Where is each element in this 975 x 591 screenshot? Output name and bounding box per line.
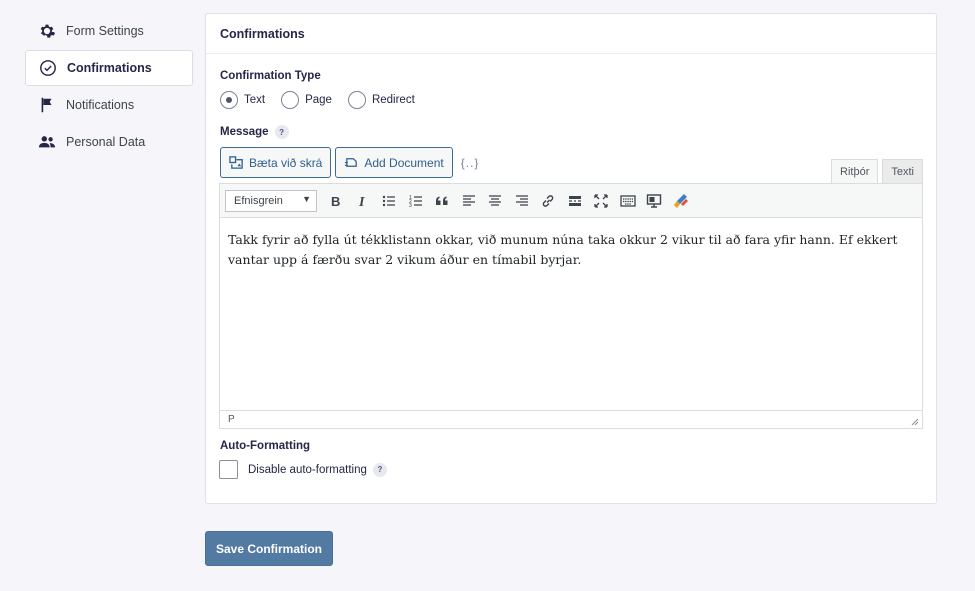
users-icon: [38, 133, 56, 151]
caret-down-icon: ▼: [302, 193, 311, 204]
tab-text[interactable]: Texti: [882, 159, 923, 183]
radio-page[interactable]: Page: [281, 91, 332, 109]
save-confirmation-button[interactable]: Save Confirmation: [205, 531, 333, 566]
fullscreen-button[interactable]: [588, 188, 615, 214]
message-editor: Efnisgrein ▼ B I 123 Takk fyrir að fylla…: [219, 183, 923, 429]
align-center-icon: [489, 194, 502, 206]
bullet-list-button[interactable]: [376, 188, 403, 214]
media-icon: [229, 156, 243, 169]
numbered-list-icon: 123: [409, 195, 422, 209]
italic-button[interactable]: I: [350, 188, 377, 214]
sidebar-item-label: Form Settings: [66, 24, 144, 38]
auto-formatting-label: Auto-Formatting: [220, 440, 310, 452]
link-icon: [543, 194, 554, 207]
brush-icon: [673, 193, 688, 208]
editor-content[interactable]: Takk fyrir að fylla út tékklistann okkar…: [220, 218, 922, 410]
gear-icon: [38, 22, 56, 40]
flag-icon: [38, 96, 56, 114]
svg-text:B: B: [331, 194, 340, 209]
editor-mode-tabs: Ritþór Texti: [827, 159, 923, 184]
format-select-value: Efnisgrein: [234, 194, 283, 207]
quote-icon: [436, 196, 448, 205]
read-more-icon: [568, 195, 581, 206]
radio-circle-checked[interactable]: [220, 91, 238, 109]
insert-link-button[interactable]: [535, 188, 562, 214]
resize-grip-icon[interactable]: [911, 418, 919, 426]
sidebar-item-confirmations[interactable]: Confirmations: [25, 50, 193, 86]
addon-button[interactable]: [668, 188, 695, 214]
sidebar-item-label: Personal Data: [66, 135, 146, 149]
radio-label: Redirect: [371, 94, 415, 106]
svg-text:I: I: [358, 195, 365, 209]
help-icon[interactable]: ?: [274, 125, 289, 139]
media-buttons: Bæta við skrá Add Document {..}: [220, 147, 479, 178]
checkbox-label: Disable auto-formatting: [248, 463, 367, 476]
align-right-icon: [515, 194, 528, 206]
editor-statusbar: P: [220, 410, 922, 428]
radio-label: Text: [244, 94, 266, 106]
numbered-list-button[interactable]: 123: [403, 188, 430, 214]
align-right-button[interactable]: [509, 188, 536, 214]
confirmation-type-radios: Text Page Redirect: [220, 91, 431, 109]
editor-toolbar: Efnisgrein ▼ B I 123: [220, 184, 922, 218]
confirmation-type-label-text: Confirmation Type: [220, 70, 321, 82]
message-label-text: Message: [220, 126, 269, 138]
italic-icon: I: [358, 195, 365, 209]
add-document-button[interactable]: Add Document: [335, 147, 453, 178]
sidebar-item-label: Confirmations: [67, 61, 152, 75]
align-center-button[interactable]: [482, 188, 509, 214]
disable-auto-formatting-row: Disable auto-formatting ?: [219, 460, 387, 479]
preview-button[interactable]: [641, 188, 668, 214]
blockquote-button[interactable]: [429, 188, 456, 214]
confirmations-panel: Confirmations Confirmation Type Text Pag…: [205, 13, 937, 504]
bold-icon: B: [331, 194, 340, 209]
add-media-button[interactable]: Bæta við skrá: [220, 147, 332, 178]
add-media-label: Bæta við skrá: [249, 155, 323, 170]
help-icon[interactable]: ?: [372, 462, 387, 477]
radio-text[interactable]: Text: [220, 91, 265, 109]
tab-visual[interactable]: Ritþór: [831, 159, 879, 184]
toolbar-toggle-button[interactable]: [615, 188, 642, 214]
element-path[interactable]: P: [228, 414, 235, 425]
radio-redirect[interactable]: Redirect: [347, 91, 415, 109]
document-icon: [345, 158, 358, 167]
bold-button[interactable]: B: [323, 188, 350, 214]
keyboard-icon: [620, 194, 636, 207]
add-document-label: Add Document: [364, 155, 444, 170]
panel-title: Confirmations: [206, 14, 936, 54]
sidebar-item-label: Notifications: [66, 98, 135, 112]
fullscreen-icon: [594, 193, 608, 208]
svg-text:3: 3: [409, 203, 412, 209]
read-more-button[interactable]: [562, 188, 589, 214]
check-circle-icon: [39, 59, 57, 77]
disable-auto-formatting-checkbox[interactable]: [219, 460, 238, 479]
message-label: Message ?: [220, 125, 289, 139]
align-left-icon: [462, 194, 475, 206]
confirmation-type-label: Confirmation Type: [220, 70, 321, 82]
sidebar-item-form-settings[interactable]: Form Settings: [25, 13, 193, 49]
sidebar-item-personal-data[interactable]: Personal Data: [25, 124, 193, 160]
format-select[interactable]: Efnisgrein ▼: [225, 189, 317, 212]
radio-circle[interactable]: [281, 91, 300, 109]
radio-circle[interactable]: [347, 91, 366, 109]
merge-tag-button[interactable]: {..}: [461, 156, 480, 170]
bullet-list-icon: [383, 195, 396, 206]
align-left-button[interactable]: [456, 188, 483, 214]
monitor-icon: [647, 193, 662, 208]
auto-formatting-label-text: Auto-Formatting: [220, 440, 311, 452]
radio-label: Page: [305, 94, 332, 106]
sidebar-item-notifications[interactable]: Notifications: [25, 87, 193, 123]
settings-sidebar: Form Settings Confirmations Notification…: [25, 13, 193, 161]
